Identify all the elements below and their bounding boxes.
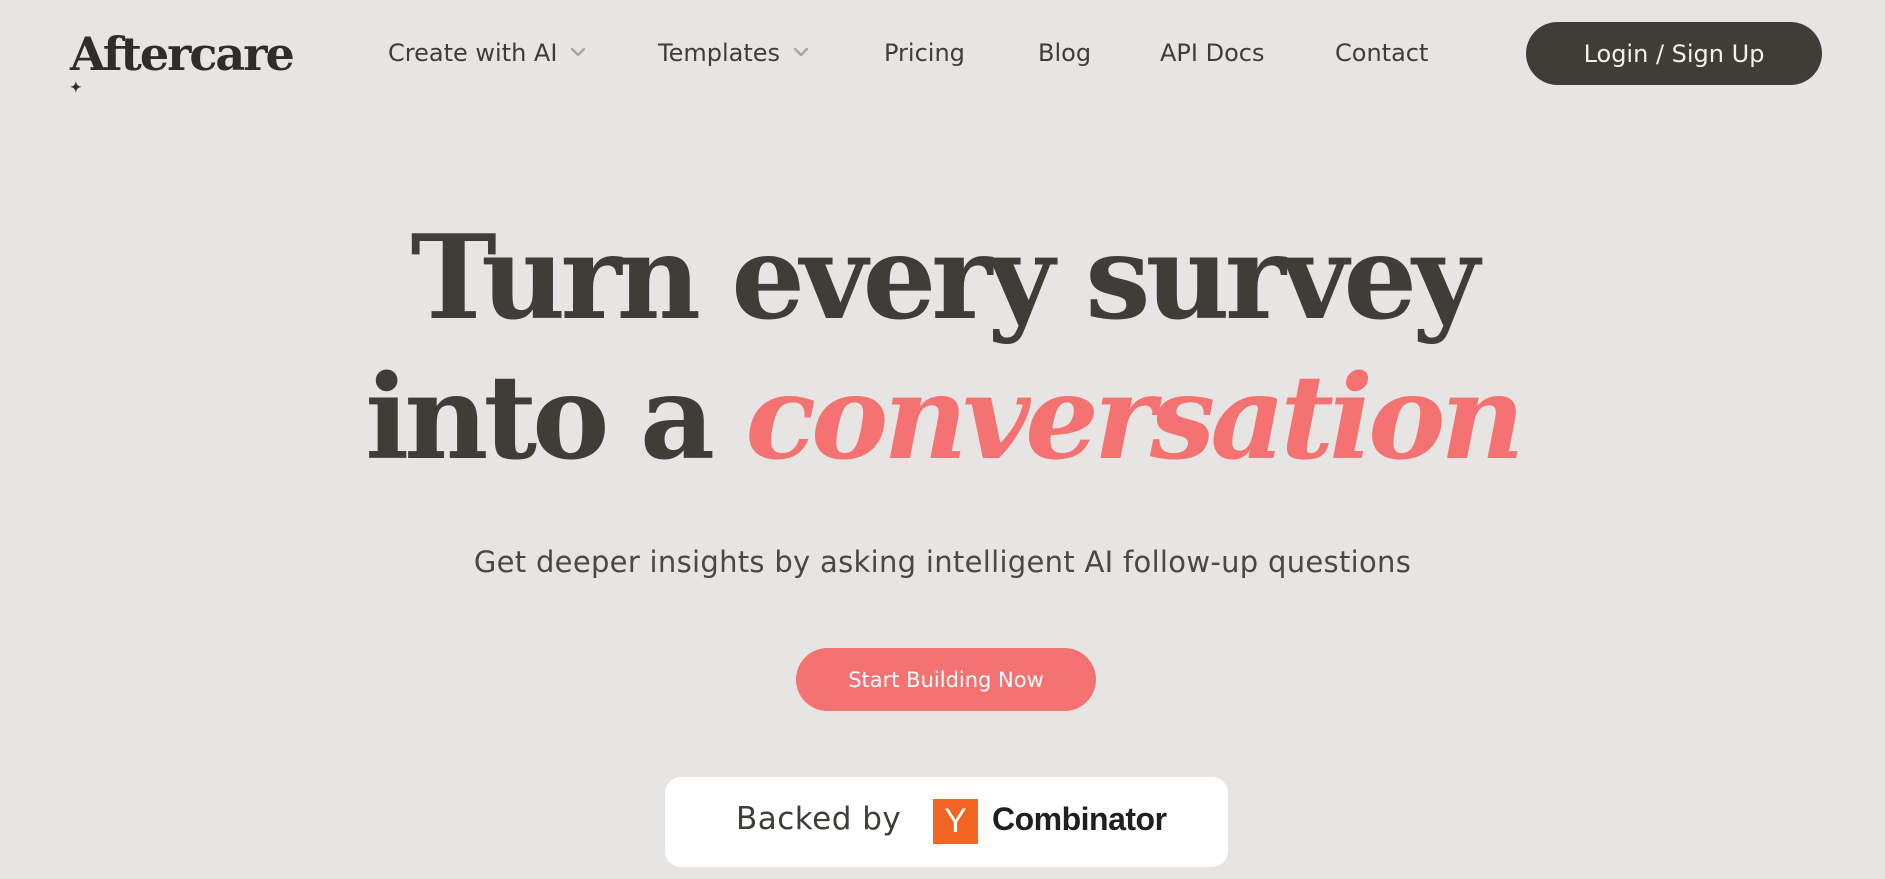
nav-templates-label: Templates	[658, 39, 781, 67]
login-signup-label: Login / Sign Up	[1583, 39, 1765, 68]
chevron-down-icon	[569, 43, 587, 61]
brand-logo-text: Aftercare	[70, 27, 295, 81]
site-header: ✦ Aftercare Create with AI Templates Pri…	[0, 0, 1885, 108]
nav-blog[interactable]: Blog	[1038, 36, 1091, 70]
login-signup-button[interactable]: Login / Sign Up	[1526, 22, 1822, 85]
hero-headline-line-1: Turn every survey	[410, 210, 1479, 346]
backed-by-card: Backed by Y Combinator	[665, 777, 1228, 867]
nav-contact-label: Contact	[1335, 39, 1429, 67]
y-combinator-logo: Y	[933, 799, 978, 844]
hero-headline-prefix: into a	[365, 350, 715, 486]
brand-logo[interactable]: ✦ Aftercare	[70, 24, 295, 96]
start-building-label: Start Building Now	[848, 667, 1044, 692]
nav-api-docs-label: API Docs	[1160, 39, 1265, 67]
nav-contact[interactable]: Contact	[1335, 36, 1428, 70]
y-combinator-name: Combinator	[992, 801, 1167, 837]
backed-by-label: Backed by	[736, 801, 902, 837]
chevron-down-icon	[792, 43, 810, 61]
hero-subtitle: Get deeper insights by asking intelligen…	[473, 545, 1412, 579]
hero-headline-accent: conversation	[745, 350, 1524, 486]
nav-create-with-ai-label: Create with AI	[388, 39, 558, 67]
nav-pricing[interactable]: Pricing	[884, 36, 965, 70]
nav-create-with-ai[interactable]: Create with AI	[388, 36, 587, 70]
hero-headline-line-2: into a conversation	[0, 348, 1885, 488]
nav-blog-label: Blog	[1038, 39, 1092, 67]
nav-pricing-label: Pricing	[884, 39, 965, 67]
nav-templates[interactable]: Templates	[658, 36, 810, 70]
start-building-button[interactable]: Start Building Now	[796, 648, 1096, 711]
sparkle-icon: ✦	[70, 80, 82, 96]
nav-api-docs[interactable]: API Docs	[1160, 36, 1264, 70]
